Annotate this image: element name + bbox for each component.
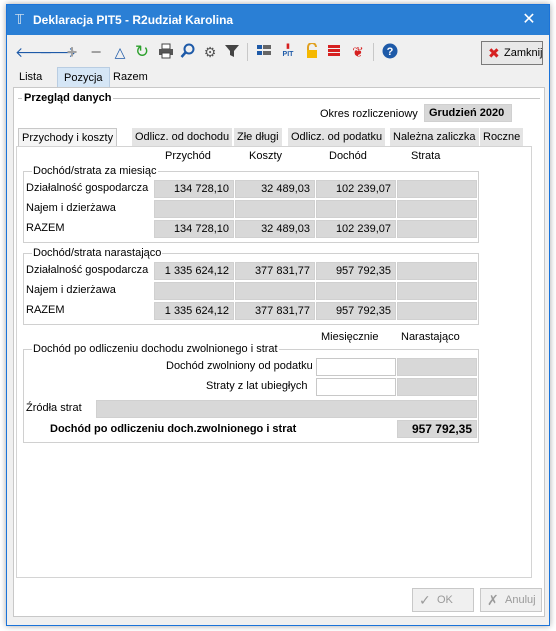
group-title: Dochód po odliczeniu dochodu zwolnionego… (32, 343, 279, 355)
tab-odlicz-od-podatku[interactable]: Odlicz. od podatku (288, 128, 386, 146)
column-header-monthly: Miesięcznie (321, 331, 379, 343)
pit-icon[interactable]: ▮ PIT (279, 43, 297, 61)
plus-icon[interactable]: + (63, 43, 81, 61)
monthly-business-loss[interactable] (397, 180, 477, 198)
exempt-income-label: Dochód zwolniony od podatku (166, 360, 313, 372)
cancel-button[interactable]: ✗ Anuluj (480, 588, 542, 612)
monthly-business-income[interactable]: 102 239,07 (316, 180, 396, 198)
tab-roczne[interactable]: Roczne (480, 128, 524, 146)
settings-icon[interactable]: ⚙ (201, 43, 219, 61)
filter-icon[interactable] (223, 43, 241, 61)
dialog-window: 𝕋 Deklaracja PIT5 - R2udział Karolina ✕ … (6, 4, 550, 626)
column-header: Dochód (329, 150, 367, 162)
cumulative-rent-loss[interactable] (397, 282, 477, 300)
loss-sources-label: Źródła strat (26, 402, 82, 414)
row-label: Najem i dzierżawa (26, 202, 116, 214)
monthly-business-revenue[interactable]: 134 728,10 (154, 180, 234, 198)
row-label: Najem i dzierżawa (26, 284, 116, 296)
cumulative-business-costs[interactable]: 377 831,77 (235, 262, 315, 280)
monthly-rent-costs[interactable] (235, 200, 315, 218)
cumulative-total-revenue[interactable]: 1 335 624,12 (154, 302, 234, 320)
print-icon[interactable] (157, 43, 175, 61)
toolbar-separator (373, 43, 374, 61)
close-button[interactable]: ✖ Zamknij (481, 41, 543, 65)
tab-zle-dlugi[interactable]: Złe długi (234, 128, 282, 146)
data-panel: Przegląd danych Okres rozliczeniowy Grud… (13, 87, 545, 617)
ribbon-icon[interactable]: ❦ (349, 43, 367, 61)
arrow-left-icon[interactable]: 🡐 (15, 43, 53, 61)
cumulative-total-income[interactable]: 957 792,35 (316, 302, 396, 320)
cumulative-business-revenue[interactable]: 1 335 624,12 (154, 262, 234, 280)
close-icon: ✖ (488, 45, 500, 61)
monthly-total-revenue[interactable]: 134 728,10 (154, 220, 234, 238)
monthly-rent-loss[interactable] (397, 200, 477, 218)
exempt-income-monthly[interactable] (316, 358, 396, 376)
column-header: Przychód (165, 150, 211, 162)
title-bar: 𝕋 Deklaracja PIT5 - R2udział Karolina ✕ (7, 5, 549, 35)
tab-nalezna-zaliczka[interactable]: Należna zaliczka (390, 128, 479, 146)
tab-pozycja[interactable]: Pozycja (57, 67, 110, 87)
toolbar: 🡐 🡒 + − △ ↻ ⚙ ▮ PIT ❦ ? ✖ Zamknij (7, 35, 549, 67)
prior-losses-label: Straty z lat ubiegłych (206, 380, 308, 392)
exempt-income-cumulative[interactable] (397, 358, 477, 376)
row-label: Działalność gospodarcza (26, 264, 149, 276)
row-label: RAZEM (26, 222, 65, 234)
svg-text:?: ? (387, 46, 394, 58)
delta-icon[interactable]: △ (111, 43, 129, 61)
cumulative-rent-income[interactable] (316, 282, 396, 300)
row-label: Działalność gospodarcza (26, 182, 149, 194)
monthly-rent-revenue[interactable] (154, 200, 234, 218)
group-title: Dochód/strata narastająco (32, 247, 163, 259)
cumulative-total-loss[interactable] (397, 302, 477, 320)
column-header: Koszty (249, 150, 283, 162)
grid-icon[interactable] (255, 43, 273, 61)
cancel-icon: ✗ (487, 592, 499, 608)
tab-odlicz-od-dochodu[interactable]: Odlicz. od dochodu (132, 128, 233, 146)
minus-icon[interactable]: − (87, 43, 105, 61)
refresh-icon[interactable]: ↻ (133, 43, 151, 61)
net-income-field[interactable]: 957 792,35 (397, 420, 477, 438)
app-icon: 𝕋 (15, 12, 25, 27)
close-window-button[interactable]: ✕ (509, 5, 549, 35)
cumulative-rent-revenue[interactable] (154, 282, 234, 300)
row-label: RAZEM (26, 304, 65, 316)
stack-icon[interactable] (325, 43, 343, 61)
arrow-right-icon[interactable]: 🡒 (39, 43, 77, 61)
period-label: Okres rozliczeniowy (320, 108, 418, 120)
help-icon[interactable]: ? (381, 43, 399, 61)
period-field[interactable]: Grudzień 2020 (424, 104, 512, 122)
cumulative-rent-costs[interactable] (235, 282, 315, 300)
column-header-cumulative: Narastająco (401, 331, 460, 343)
window-title: Deklaracja PIT5 - R2udział Karolina (33, 13, 234, 27)
checkmark-icon: ✓ (419, 592, 431, 608)
net-income-label: Dochód po odliczeniu doch.zwolnionego i … (50, 423, 297, 435)
monthly-group: Dochód/strata za miesiąc Działalność gos… (23, 165, 479, 243)
lock-icon[interactable] (303, 42, 321, 61)
tab-lista[interactable]: Lista (13, 67, 48, 87)
search-icon[interactable] (179, 43, 197, 61)
tab-content: Przychód Koszty Dochód Strata Dochód/str… (16, 146, 532, 578)
monthly-total-loss[interactable] (397, 220, 477, 238)
tab-przychody-i-koszty[interactable]: Przychody i koszty (18, 128, 118, 146)
cumulative-total-costs[interactable]: 377 831,77 (235, 302, 315, 320)
monthly-total-costs[interactable]: 32 489,03 (235, 220, 315, 238)
column-header: Strata (411, 150, 441, 162)
prior-losses-monthly[interactable] (316, 378, 396, 396)
panel-title: Przegląd danych (22, 92, 114, 104)
monthly-total-income[interactable]: 102 239,07 (316, 220, 396, 238)
group-title: Dochód/strata za miesiąc (32, 165, 158, 177)
ok-button[interactable]: ✓ OK (412, 588, 474, 612)
loss-sources-field[interactable] (96, 400, 477, 418)
tab-razem[interactable]: Razem (107, 67, 154, 87)
cumulative-business-loss[interactable] (397, 262, 477, 280)
after-deduction-group: Dochód po odliczeniu dochodu zwolnionego… (23, 343, 479, 443)
cumulative-group: Dochód/strata narastająco Działalność go… (23, 247, 479, 325)
prior-losses-cumulative[interactable] (397, 378, 477, 396)
monthly-business-costs[interactable]: 32 489,03 (235, 180, 315, 198)
toolbar-separator (247, 43, 248, 61)
monthly-rent-income[interactable] (316, 200, 396, 218)
cumulative-business-income[interactable]: 957 792,35 (316, 262, 396, 280)
